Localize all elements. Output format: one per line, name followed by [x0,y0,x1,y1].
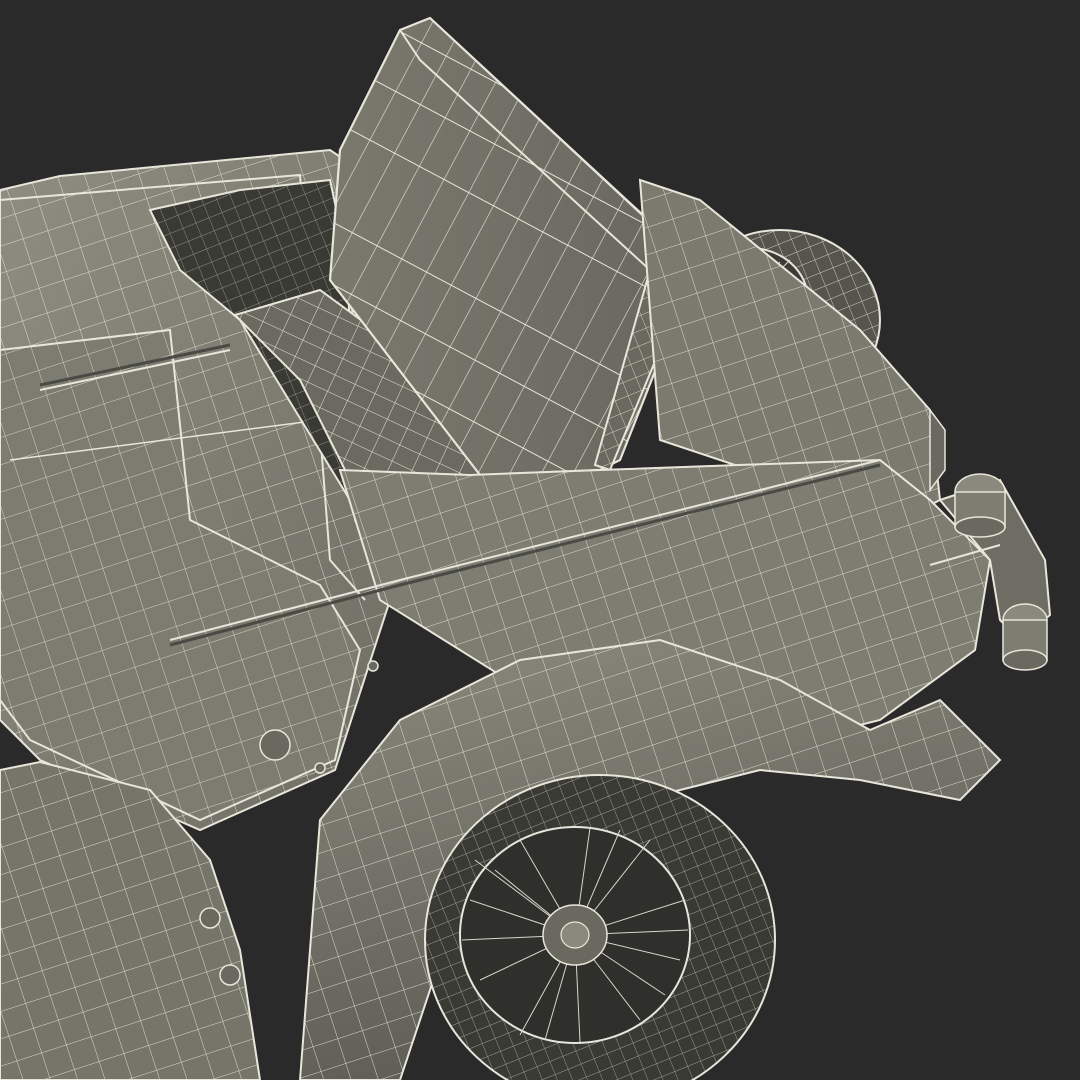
tail-light-lower [1002,603,1048,671]
roadster-wireframe-image [0,0,1080,1080]
render-viewport [0,0,1080,1080]
tail-light-upper [954,473,1006,538]
